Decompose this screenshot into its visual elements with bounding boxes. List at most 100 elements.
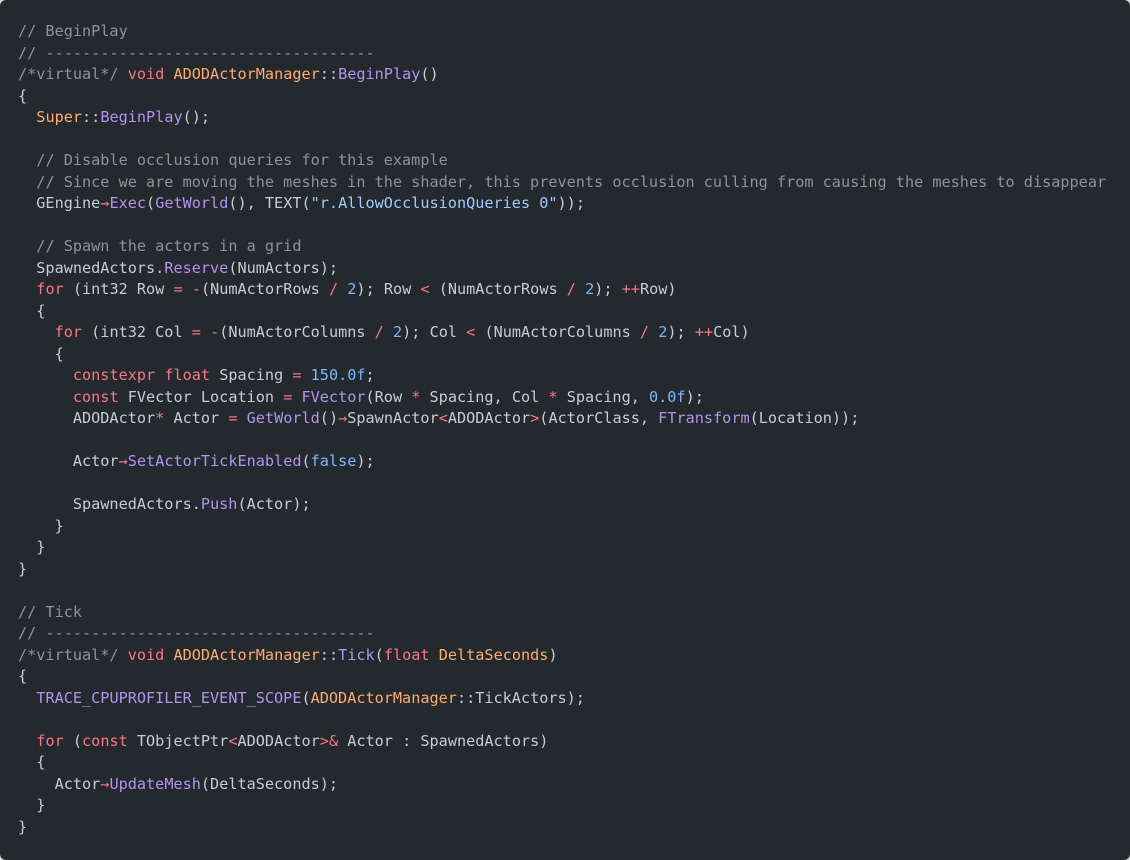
code-token-plain: () <box>319 409 339 427</box>
code-token-comment: // ------------------------------------ <box>18 624 375 642</box>
code-line: } <box>18 817 1130 839</box>
code-token-plain: ); <box>356 452 375 470</box>
code-token-plain: } <box>18 516 64 535</box>
code-token-op: - <box>210 323 220 341</box>
code-token-number: 2 <box>585 280 595 298</box>
code-line: } <box>18 559 1130 581</box>
code-token-func: UpdateMesh <box>109 774 201 793</box>
code-line: ​ <box>18 430 1130 452</box>
code-token-op: >& <box>319 731 339 750</box>
code-line: ​ <box>18 129 1130 151</box>
code-token-number: 2 <box>392 323 403 341</box>
code-token-plain: (NumActorRows <box>429 280 567 298</box>
code-token-plain: SpawnActor <box>347 409 439 427</box>
code-token-plain: } <box>18 538 46 556</box>
code-token-plain: (NumActors); <box>228 258 339 277</box>
code-token-comment: // BeginPlay <box>18 22 128 40</box>
code-token-plain: Spacing, <box>557 387 649 406</box>
code-token-comment: // Spawn the actors in a grid <box>36 237 302 255</box>
code-token-plain: :: <box>319 645 339 664</box>
code-token-plain: ( <box>301 452 311 470</box>
code-line: /*virtual*/ void ADODActorManager::Begin… <box>18 64 1130 86</box>
code-line: { <box>18 666 1130 688</box>
code-token-plain: Actor <box>164 409 229 427</box>
code-token-func: BeginPlay <box>338 65 421 83</box>
code-token-plain: Actor : SpawnedActors) <box>338 731 549 750</box>
code-line: ​ <box>18 709 1130 731</box>
code-token-plain: ); <box>685 387 704 406</box>
code-token-plain: Spacing <box>210 366 293 384</box>
code-token-plain: (NumActorColumns <box>219 323 375 341</box>
code-line: Actor→UpdateMesh(DeltaSeconds); <box>18 774 1130 796</box>
code-token-comment: // Tick <box>18 602 83 621</box>
code-line: TRACE_CPUPROFILER_EVENT_SCOPE(ADODActorM… <box>18 688 1130 710</box>
code-token-op: → <box>118 452 128 470</box>
code-line: // Since we are moving the meshes in the… <box>18 172 1130 194</box>
code-token-func: FTransform <box>658 409 750 427</box>
code-token-type: ADODActorManager <box>310 688 457 707</box>
code-token-comment: // Since we are moving the meshes in the… <box>36 172 1107 191</box>
code-token-keyword: const <box>82 731 128 750</box>
code-line: // Disable occlusion queries for this ex… <box>18 150 1130 172</box>
code-line: // Spawn the actors in a grid <box>18 236 1130 258</box>
code-token-func: BeginPlay <box>100 108 183 126</box>
code-token-op: < <box>438 409 448 427</box>
code-token-func: GetWorld <box>155 194 229 212</box>
code-token-plain: (NumActorColumns <box>475 323 640 341</box>
code-token-string: "r.AllowOcclusionQueries 0" <box>310 194 558 212</box>
code-token-plain: (Row <box>365 387 412 406</box>
code-line: ADODActor* Actor = GetWorld()→SpawnActor… <box>18 408 1130 430</box>
code-line: for (int32 Col = -(NumActorColumns / 2);… <box>18 322 1130 344</box>
code-line: { <box>18 301 1130 323</box>
code-token-plain: (Actor); <box>237 495 311 513</box>
code-token-plain: } <box>18 559 28 578</box>
code-line: SpawnedActors.Push(Actor); <box>18 494 1130 516</box>
code-token-op: < <box>420 280 430 298</box>
code-token-plain: Col) <box>713 323 750 341</box>
code-line: constexpr float Spacing = 150.0f; <box>18 365 1130 387</box>
code-token-op: = <box>283 387 293 406</box>
code-token-op: = <box>173 280 183 298</box>
code-token-plain: ADODActor <box>18 409 156 427</box>
code-token-plain: Actor <box>18 774 101 793</box>
code-line: /*virtual*/ void ADODActorManager::Tick(… <box>18 645 1130 667</box>
code-line: const FVector Location = FVector(Row * S… <box>18 387 1130 409</box>
code-token-plain: (int32 Row <box>63 280 174 298</box>
code-token-plain: :: <box>319 65 339 83</box>
code-token-plain: Spacing, Col <box>420 387 549 406</box>
code-token-op: ++ <box>694 323 714 341</box>
code-token-plain: ( <box>374 645 384 664</box>
code-token-plain: } <box>18 817 28 836</box>
code-token-plain: { <box>18 344 64 363</box>
code-token-keyword: for <box>54 323 83 341</box>
code-token-op: → <box>338 409 348 427</box>
code-token-plain: (Location)); <box>749 409 860 427</box>
code-line: // Tick <box>18 602 1130 624</box>
code-token-number: 0.0f <box>649 387 686 406</box>
code-token-keyword: void <box>127 645 165 664</box>
code-line: { <box>18 344 1130 366</box>
code-token-op: = <box>191 323 201 341</box>
code-token-plain: ); <box>594 280 622 298</box>
code-token-op: * <box>155 409 165 427</box>
code-line: ​ <box>18 215 1130 237</box>
code-token-plain: { <box>18 667 28 685</box>
code-token-plain: ADODActor <box>447 409 531 427</box>
